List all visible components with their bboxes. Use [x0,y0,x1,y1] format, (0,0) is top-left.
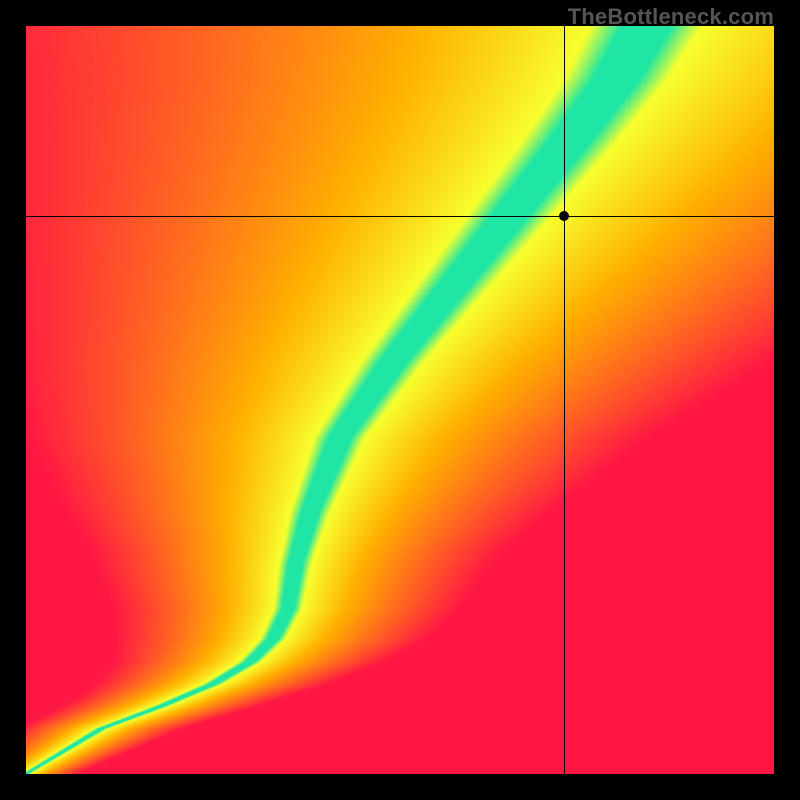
heatmap-canvas [26,26,774,774]
marker-dot [559,211,569,221]
chart-container: TheBottleneck.com [0,0,800,800]
plot-area [26,26,774,774]
crosshair-vertical [564,26,565,774]
crosshair-horizontal [26,216,774,217]
watermark-text: TheBottleneck.com [568,4,774,30]
